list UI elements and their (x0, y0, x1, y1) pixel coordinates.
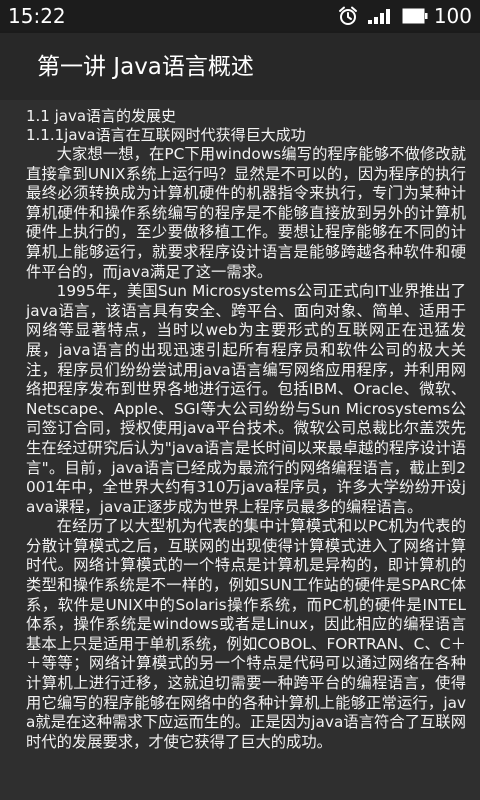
app-bar: 第一讲 Java语言概述 (0, 33, 480, 100)
page-title: 第一讲 Java语言概述 (37, 54, 254, 80)
article-paragraph: 1995年，美国Sun Microsystems公司正式向IT业界推出了java… (26, 282, 466, 516)
status-time: 15:22 (8, 4, 66, 28)
alarm-icon (338, 6, 358, 26)
battery-level: 100 (433, 4, 472, 28)
battery-icon (402, 8, 428, 24)
signal-icon (367, 8, 392, 24)
article-content[interactable]: 1.1 java语言的发展史 1.1.1java语言在互联网时代获得巨大成功 大… (0, 100, 480, 800)
article-paragraph: 在经历了以大型机为代表的集中计算模式和以PC机为代表的分散计算模式之后，互联网的… (26, 517, 466, 751)
section-heading: 1.1 java语言的发展史 (26, 107, 177, 125)
subsection-heading: 1.1.1java语言在互联网时代获得巨大成功 (26, 126, 306, 144)
status-bar: 15:22 100 (0, 0, 480, 33)
status-icons: 100 (338, 4, 472, 28)
article-paragraph: 大家想一想，在PC下用windows编写的程序能够不做修改就直接拿到UNIX系统… (26, 145, 466, 281)
screen: 15:22 100 第一讲 Java语言概述 1.1 java语言的发展史 1.… (0, 0, 480, 800)
